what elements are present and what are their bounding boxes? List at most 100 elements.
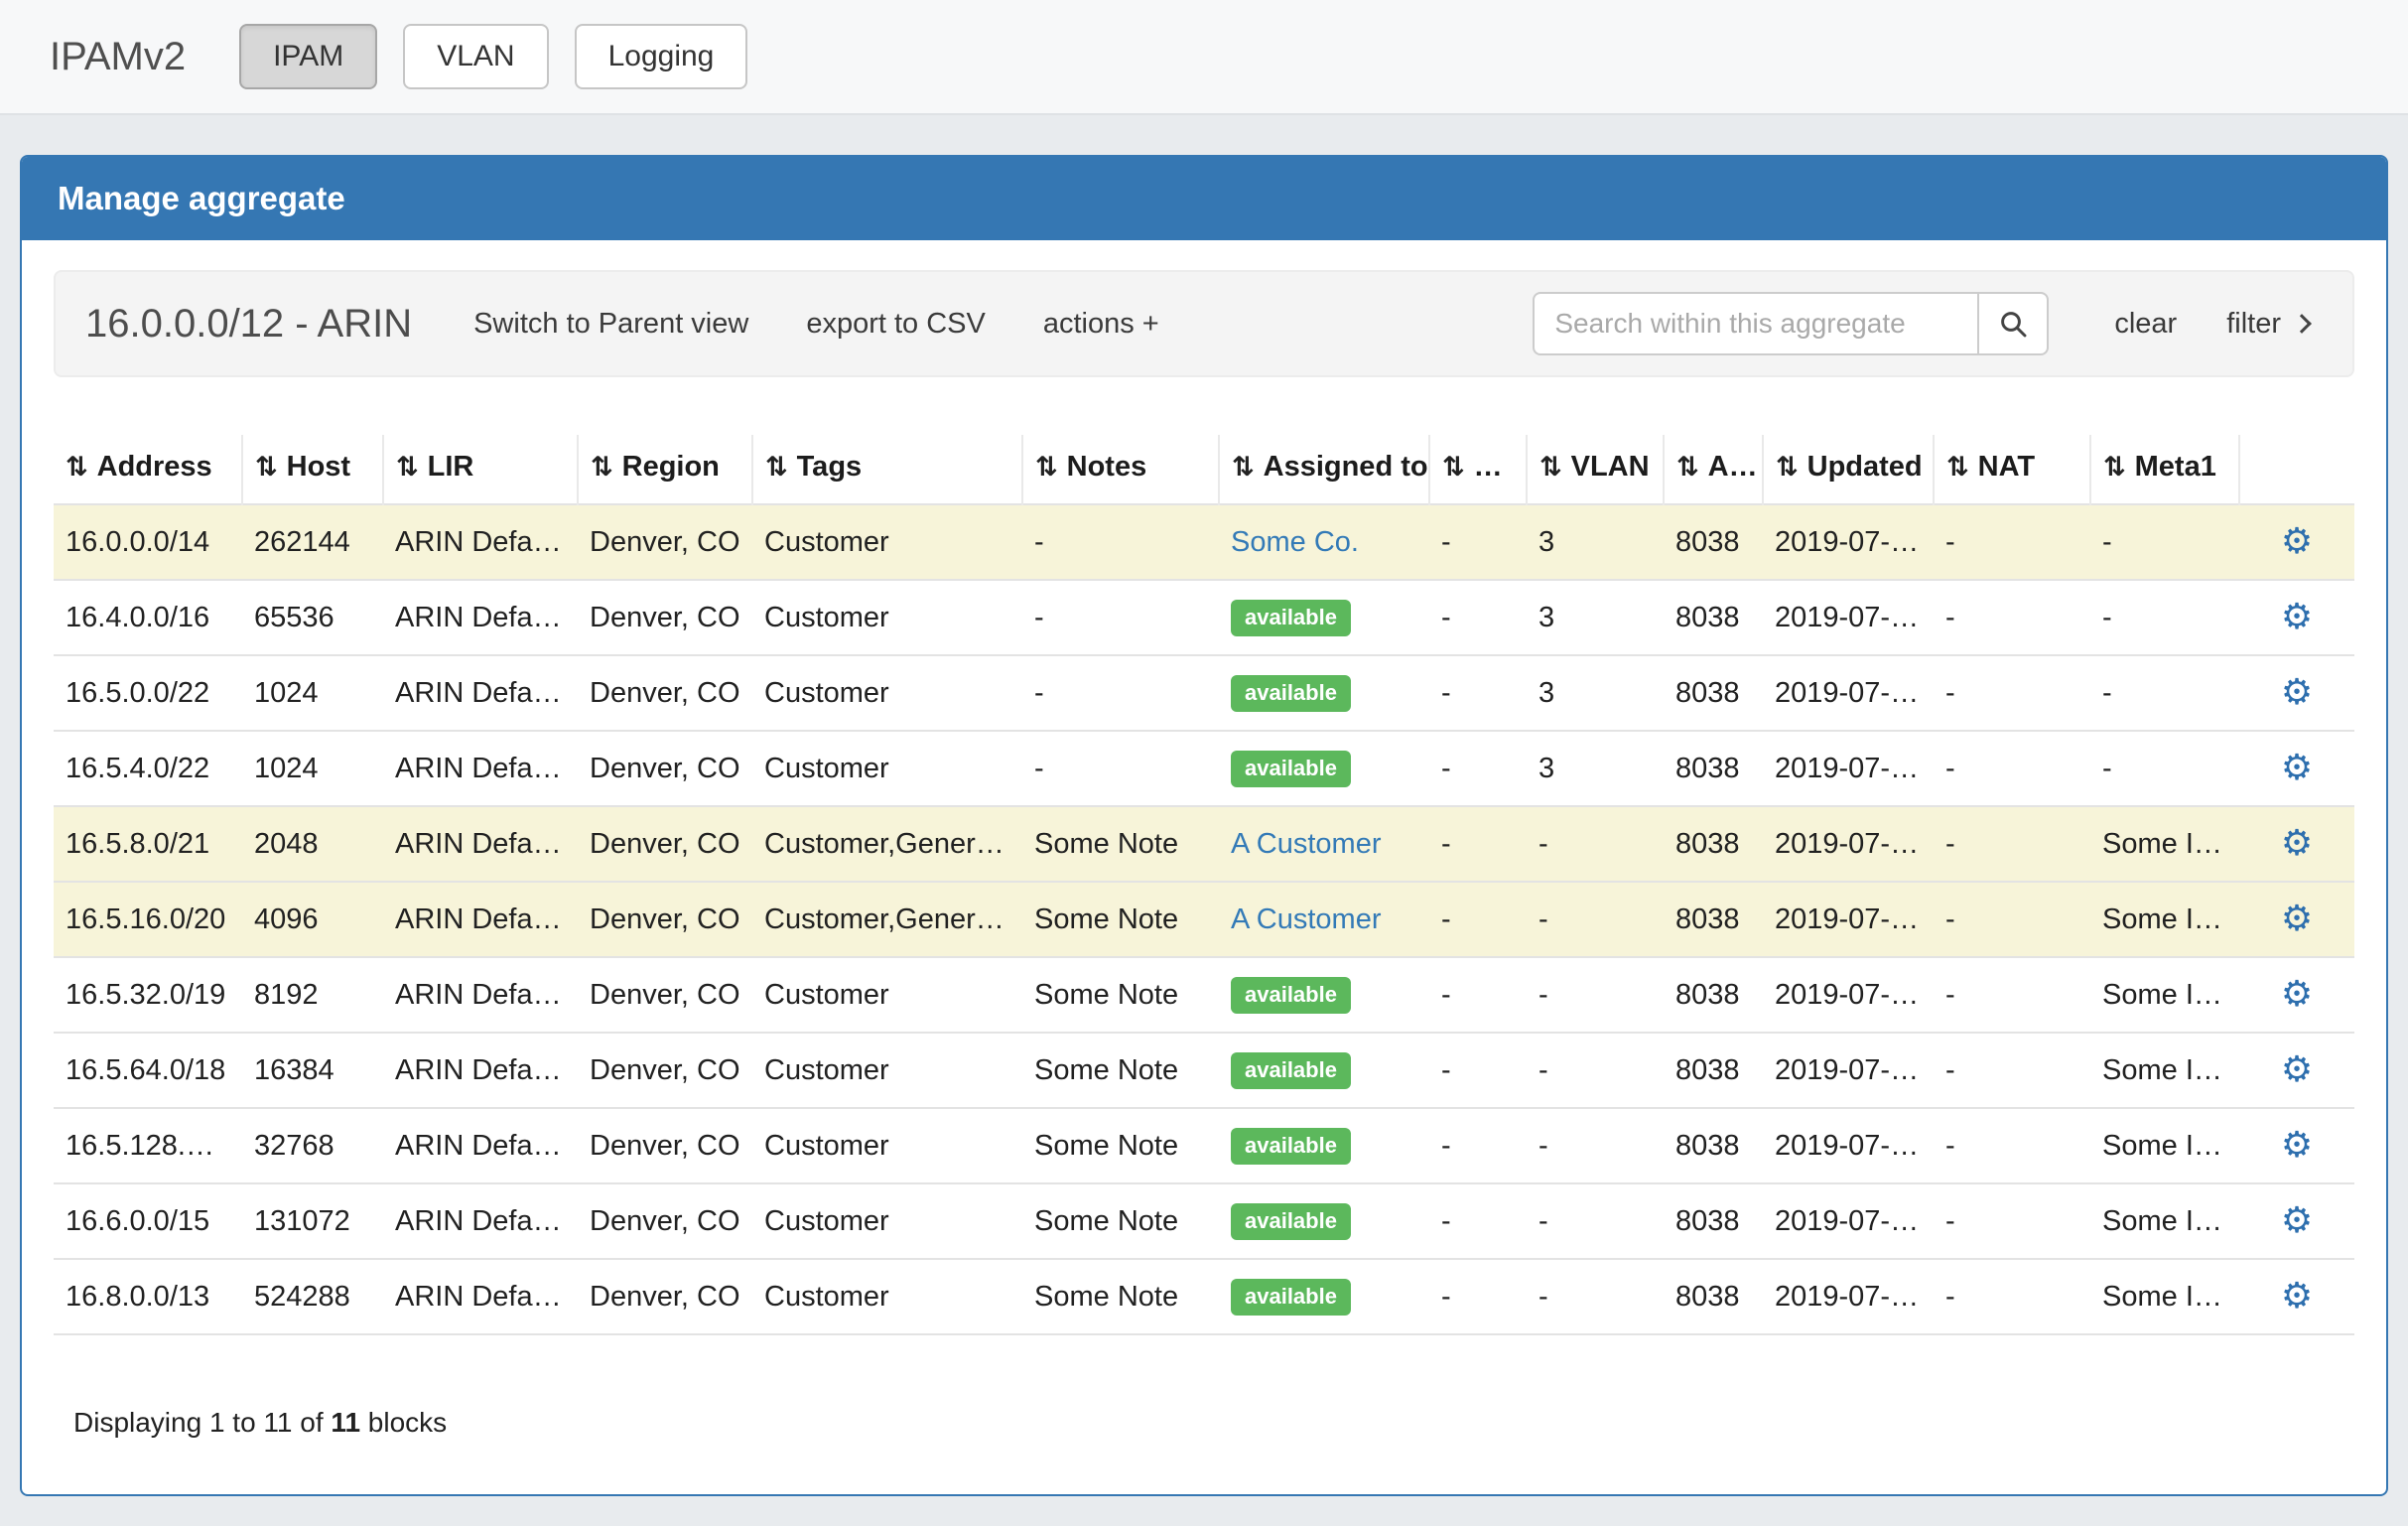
column-header-nat[interactable]: ⇅NAT <box>1934 435 2090 504</box>
region-cell: Denver, CO <box>578 882 752 957</box>
tab-ipam[interactable]: IPAM <box>239 24 377 89</box>
vlan-cell: - <box>1527 957 1664 1033</box>
nat-cell: - <box>1934 1183 2090 1259</box>
gear-icon[interactable]: ⚙ <box>2281 1124 2313 1165</box>
tab-logging[interactable]: Logging <box>575 24 748 89</box>
region-cell: Denver, CO <box>578 1259 752 1334</box>
column-header-notes[interactable]: ⇅Notes <box>1022 435 1219 504</box>
sort-icon[interactable]: ⇅ <box>396 452 419 482</box>
updated-cell: 2019-07-25 <box>1763 1183 1934 1259</box>
notes-cell: Some Note <box>1022 1108 1219 1183</box>
assigned-link[interactable]: A Customer <box>1231 828 1382 860</box>
sort-icon[interactable]: ⇅ <box>255 452 278 482</box>
search-group <box>1533 292 2049 355</box>
gear-icon[interactable]: ⚙ <box>2281 1048 2313 1089</box>
sort-icon[interactable]: ⇅ <box>2103 452 2126 482</box>
sort-icon[interactable]: ⇅ <box>591 452 613 482</box>
column-header-host[interactable]: ⇅Host <box>242 435 383 504</box>
gear-icon[interactable]: ⚙ <box>2281 1275 2313 1316</box>
region-cell: Denver, CO <box>578 504 752 580</box>
availability-badge: available <box>1231 1279 1351 1316</box>
updated-cell: 2019-07-25 <box>1763 957 1934 1033</box>
gear-icon[interactable]: ⚙ <box>2281 973 2313 1014</box>
column-header-assigned-to[interactable]: ⇅Assigned to <box>1219 435 1429 504</box>
assigned-link[interactable]: Some Co. <box>1231 526 1359 558</box>
sort-icon[interactable]: ⇅ <box>1442 452 1465 482</box>
updated-cell: 2019-07-25 <box>1763 1108 1934 1183</box>
actions-menu-link[interactable]: actions + <box>1043 308 1159 341</box>
column-header-vlan[interactable]: ⇅VLAN <box>1527 435 1664 504</box>
sort-icon[interactable]: ⇅ <box>1035 452 1058 482</box>
asn-cell: 8038 <box>1664 1183 1763 1259</box>
chevron-right-icon <box>2292 314 2312 334</box>
sort-icon[interactable]: ⇅ <box>1232 452 1255 482</box>
lir-cell: ARIN Default… <box>383 1259 578 1334</box>
clear-filter-link[interactable]: clear <box>2114 308 2177 341</box>
lir-cell: ARIN Default… <box>383 806 578 882</box>
sort-icon[interactable]: ⇅ <box>1676 452 1699 482</box>
notes-cell: Some Note <box>1022 1259 1219 1334</box>
column-header-lir[interactable]: ⇅LIR <box>383 435 578 504</box>
region-cell: Denver, CO <box>578 957 752 1033</box>
sort-icon[interactable]: ⇅ <box>1776 452 1799 482</box>
search-input[interactable] <box>1533 292 1979 355</box>
assigned-cell: available <box>1219 731 1429 806</box>
table-row: 16.5.16.0/20 4096 ARIN Default… Denver, … <box>54 882 2354 957</box>
search-button[interactable] <box>1977 292 2049 355</box>
column-header-meta1[interactable]: ⇅ Meta1 <box>2090 435 2239 504</box>
tags-cell: Customer <box>752 655 1022 731</box>
tags-cell: Customer <box>752 504 1022 580</box>
sort-icon[interactable]: ⇅ <box>1946 452 1969 482</box>
misc-cell: - <box>1429 806 1527 882</box>
gear-icon[interactable]: ⚙ <box>2281 822 2313 863</box>
nat-cell: - <box>1934 957 2090 1033</box>
tags-cell: Customer,Generic Tag <box>752 882 1022 957</box>
assigned-cell: available <box>1219 655 1429 731</box>
aggregate-table: ⇅Address ⇅Host ⇅LIR ⇅Region ⇅ Tags ⇅Notes… <box>54 435 2354 1335</box>
tab-vlan[interactable]: VLAN <box>403 24 548 89</box>
column-header-asn[interactable]: ⇅A… <box>1664 435 1763 504</box>
region-cell: Denver, CO <box>578 1033 752 1108</box>
gear-icon[interactable]: ⚙ <box>2281 671 2313 712</box>
gear-icon[interactable]: ⚙ <box>2281 520 2313 561</box>
assigned-link[interactable]: A Customer <box>1231 903 1382 935</box>
asn-cell: 8038 <box>1664 580 1763 655</box>
column-label: Meta1 <box>2135 451 2216 483</box>
table-info-count: 11 <box>331 1407 360 1438</box>
brand[interactable]: IPAMv2 <box>50 35 186 79</box>
address-cell: 16.5.16.0/20 <box>54 882 242 957</box>
nat-cell: - <box>1934 1033 2090 1108</box>
switch-parent-view-link[interactable]: Switch to Parent view <box>473 308 748 341</box>
column-header-tags[interactable]: ⇅ Tags <box>752 435 1022 504</box>
asn-cell: 8038 <box>1664 504 1763 580</box>
availability-badge: available <box>1231 675 1351 712</box>
availability-badge: available <box>1231 977 1351 1014</box>
misc-cell: - <box>1429 1259 1527 1334</box>
column-label: Tags <box>797 451 863 483</box>
column-header-misc[interactable]: ⇅… <box>1429 435 1527 504</box>
assigned-cell: A Customer <box>1219 882 1429 957</box>
notes-cell: - <box>1022 580 1219 655</box>
notes-cell: Some Note <box>1022 1183 1219 1259</box>
nat-cell: - <box>1934 1259 2090 1334</box>
column-header-updated[interactable]: ⇅Updated <box>1763 435 1934 504</box>
panel-body: 16.0.0.0/12 - ARIN Switch to Parent view… <box>22 240 2386 1494</box>
gear-icon[interactable]: ⚙ <box>2281 898 2313 938</box>
gear-icon[interactable]: ⚙ <box>2281 596 2313 636</box>
gear-icon[interactable]: ⚙ <box>2281 747 2313 787</box>
column-header-region[interactable]: ⇅Region <box>578 435 752 504</box>
meta1-cell: Some Inf… <box>2090 882 2239 957</box>
table-info: Displaying 1 to 11 of 11 blocks <box>73 1407 2354 1439</box>
gear-icon[interactable]: ⚙ <box>2281 1199 2313 1240</box>
filter-link[interactable]: filter <box>2226 308 2309 341</box>
sort-icon[interactable]: ⇅ <box>765 452 788 482</box>
table-row: 16.5.64.0/18 16384 ARIN Default… Denver,… <box>54 1033 2354 1108</box>
export-csv-link[interactable]: export to CSV <box>806 308 986 341</box>
sort-icon[interactable]: ⇅ <box>1539 452 1562 482</box>
column-header-address[interactable]: ⇅Address <box>54 435 242 504</box>
tags-cell: Customer <box>752 731 1022 806</box>
notes-cell: Some Note <box>1022 806 1219 882</box>
lir-cell: ARIN Default… <box>383 580 578 655</box>
lir-cell: ARIN Default… <box>383 1183 578 1259</box>
sort-icon[interactable]: ⇅ <box>66 452 88 482</box>
